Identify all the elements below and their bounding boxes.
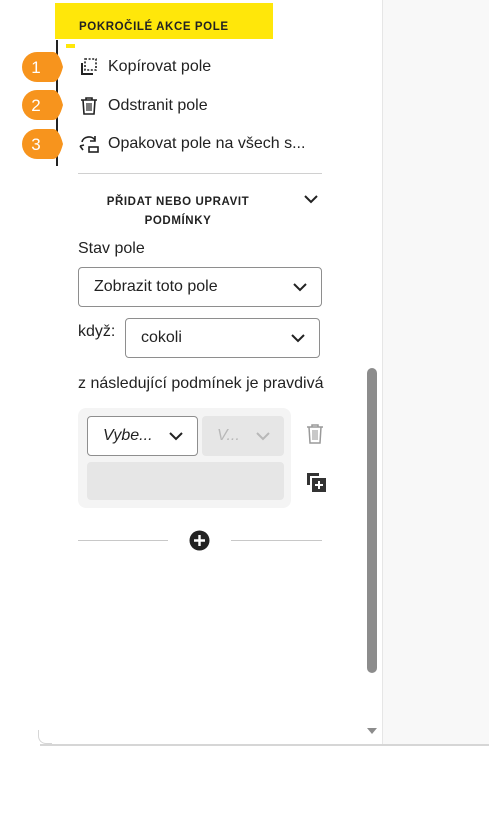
- callout-badge-2-number: 2: [31, 96, 40, 115]
- callout-badge-2: 2: [22, 90, 63, 120]
- rule-field-select[interactable]: Vybe...: [87, 416, 198, 456]
- callout-badge-3: 3: [22, 129, 63, 159]
- chevron-down-icon: [169, 432, 183, 441]
- advanced-actions-title: POKROČILÉ AKCE POLE: [79, 21, 229, 33]
- chevron-down-icon: [256, 432, 270, 441]
- when-label: když:: [78, 323, 116, 340]
- field-state-select[interactable]: Zobrazit toto pole: [78, 267, 322, 307]
- delete-field-label: Odstranit pole: [108, 97, 208, 114]
- section-divider: [78, 173, 322, 174]
- repeat-field-label: Opakovat pole na všech s...: [108, 135, 306, 152]
- repeat-icon: [78, 133, 100, 155]
- field-state-value: Zobrazit toto pole: [94, 278, 218, 295]
- add-divider-right: [231, 540, 322, 541]
- condition-description: z následující podmínek je pravdivá: [78, 375, 324, 392]
- scroll-down-arrow-icon[interactable]: [365, 725, 379, 737]
- copy-field-action[interactable]: Kopírovat pole: [78, 53, 211, 81]
- panel-corner: [38, 730, 52, 744]
- field-properties-panel: POKROČILÉ AKCE POLE Kopírovat pole Odstr…: [0, 0, 382, 745]
- add-divider-left: [78, 540, 168, 541]
- callout-badge-1-number: 1: [31, 58, 40, 77]
- field-state-label: Stav pole: [78, 240, 145, 257]
- rule-operator-placeholder: V...: [217, 427, 240, 444]
- rule-field-placeholder: Vybe...: [103, 427, 153, 444]
- conditions-header[interactable]: PŘIDAT NEBO UPRAVIT PODMÍNKY: [78, 193, 278, 231]
- when-value: cokoli: [141, 329, 182, 346]
- panel-bottom-border: [40, 744, 489, 746]
- callout-badge-3-number: 3: [31, 135, 40, 154]
- rule-value-input: [87, 462, 284, 500]
- trash-icon: [78, 95, 100, 117]
- rule-operator-select: V...: [202, 416, 284, 456]
- add-rule-icon[interactable]: [305, 471, 327, 493]
- highlight-mark: [66, 44, 75, 48]
- copy-field-label: Kopírovat pole: [108, 58, 212, 75]
- chevron-down-icon[interactable]: [302, 192, 320, 206]
- scrollbar-thumb[interactable]: [367, 368, 377, 673]
- callout-badge-1: 1: [22, 52, 63, 82]
- delete-field-action[interactable]: Odstranit pole: [78, 92, 208, 120]
- chevron-down-icon: [293, 283, 307, 292]
- advanced-actions-header: POKROČILÉ AKCE POLE: [55, 3, 273, 39]
- when-select[interactable]: cokoli: [125, 318, 320, 358]
- repeat-field-action[interactable]: Opakovat pole na všech s...: [78, 130, 305, 158]
- delete-rule-icon[interactable]: [305, 423, 325, 445]
- copy-field-icon: [78, 56, 100, 78]
- add-condition-icon[interactable]: [189, 530, 210, 551]
- chevron-down-icon: [291, 334, 305, 343]
- document-canvas-area: [382, 0, 489, 745]
